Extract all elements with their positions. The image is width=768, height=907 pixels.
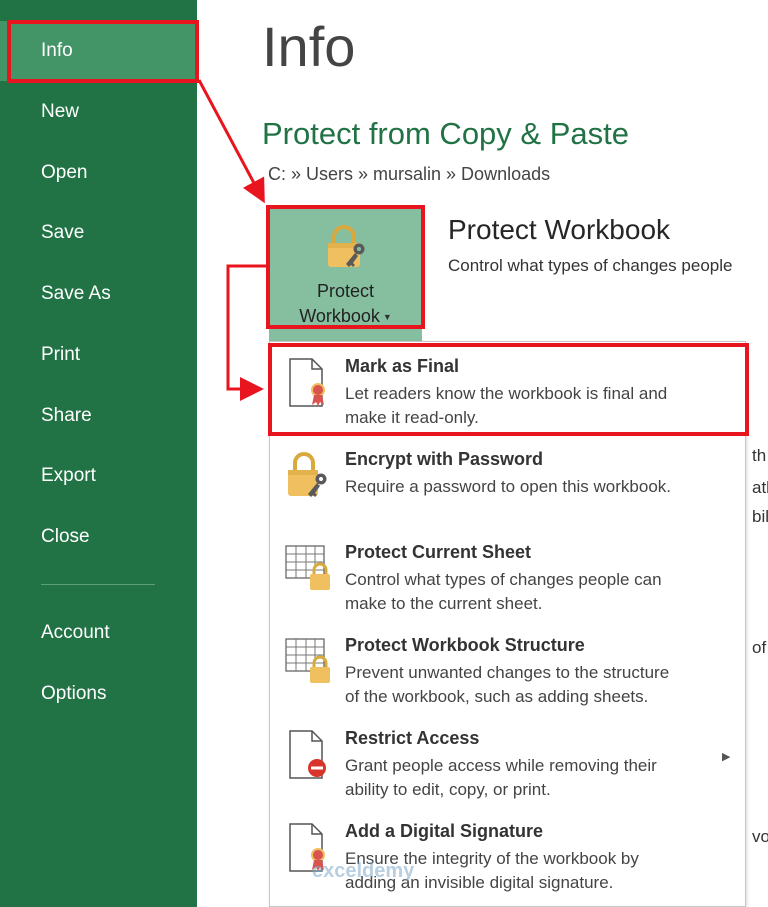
button-pressed-extension xyxy=(269,327,422,341)
background-text-fragment: bili xyxy=(752,507,768,526)
menu-item-description: Prevent unwanted changes to the structur… xyxy=(345,663,670,706)
sidebar-item-save-as[interactable]: Save As xyxy=(0,264,197,324)
page-title: Info xyxy=(262,15,356,78)
menu-item-description: Control what types of changes people can… xyxy=(345,570,662,613)
document-title: Protect from Copy & Paste xyxy=(262,116,629,151)
menu-item-title: Encrypt with Password xyxy=(345,449,544,469)
menu-item-title: Protect Current Sheet xyxy=(345,542,532,562)
arrow-to-mark-as-final xyxy=(226,264,266,401)
menu-item-protect-workbook-structure[interactable]: Protect Workbook Structure Prevent unwan… xyxy=(270,621,745,714)
menu-item-title: Add a Digital Signature xyxy=(345,821,544,841)
sidebar-item-close[interactable]: Close xyxy=(0,507,197,567)
sidebar-item-open[interactable]: Open xyxy=(0,143,197,203)
watermark-logo: exceldemy xyxy=(312,860,415,882)
background-text-fragment: of xyxy=(752,638,767,657)
background-text-fragment: vor xyxy=(752,827,768,846)
menu-item-add-digital-signature[interactable]: Add a Digital Signature Ensure the integ… xyxy=(270,807,745,900)
backstage-sidebar: Info New Open Save Save As Print Share E… xyxy=(0,0,197,907)
menu-item-title: Restrict Access xyxy=(345,728,480,748)
sheet-lock-icon xyxy=(284,635,336,694)
sidebar-divider xyxy=(41,584,155,585)
menu-item-protect-current-sheet[interactable]: Protect Current Sheet Control what types… xyxy=(270,528,745,621)
section-heading: Protect Workbook xyxy=(448,214,671,245)
sidebar-item-print[interactable]: Print xyxy=(0,325,197,385)
sidebar-item-options[interactable]: Options xyxy=(0,664,197,724)
background-text-fragment: ath xyxy=(752,478,768,497)
document-restrict-icon xyxy=(284,728,330,787)
menu-item-description: Require a password to open this workbook… xyxy=(345,477,672,496)
sidebar-item-save[interactable]: Save xyxy=(0,203,197,263)
section-description: Control what types of changes people xyxy=(448,256,733,275)
menu-item-restrict-access[interactable]: Restrict Access Grant people access whil… xyxy=(270,714,745,807)
menu-item-title: Protect Workbook Structure xyxy=(345,635,585,655)
sidebar-item-new[interactable]: New xyxy=(0,82,197,142)
submenu-arrow-icon: ▶ xyxy=(722,751,731,763)
document-path[interactable]: C: » Users » mursalin » Downloads xyxy=(268,162,550,186)
lock-key-icon xyxy=(284,449,334,508)
sidebar-item-share[interactable]: Share xyxy=(0,386,197,446)
menu-item-description: Grant people access while removing their… xyxy=(345,756,657,799)
highlight-box-info xyxy=(7,20,199,83)
sheet-lock-icon xyxy=(284,542,336,601)
background-text-fragment: th xyxy=(752,446,767,465)
highlight-box-protect-workbook xyxy=(266,205,425,329)
sidebar-item-account[interactable]: Account xyxy=(0,603,197,663)
highlight-box-mark-as-final xyxy=(268,343,749,436)
menu-item-encrypt-with-password[interactable]: Encrypt with Password Require a password… xyxy=(270,435,745,528)
sidebar-item-export[interactable]: Export xyxy=(0,446,197,506)
arrow-to-protect-button xyxy=(197,79,265,204)
